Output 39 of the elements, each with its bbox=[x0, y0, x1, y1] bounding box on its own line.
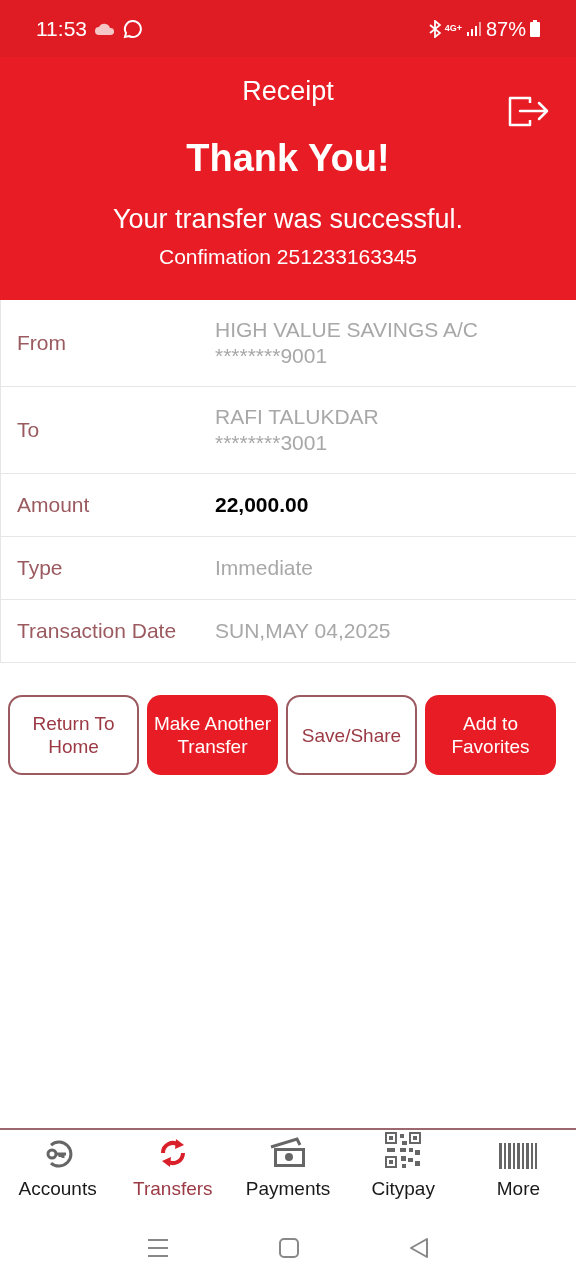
nav-tab[interactable]: Citypay bbox=[345, 1130, 461, 1215]
logout-icon[interactable] bbox=[508, 95, 550, 127]
field-label: Amount bbox=[17, 492, 91, 519]
refresh-arrows-icon bbox=[158, 1136, 187, 1169]
cloud-icon bbox=[95, 22, 115, 35]
chat-icon bbox=[123, 18, 143, 39]
field-value: 22,000.00 bbox=[215, 492, 309, 518]
action-button[interactable]: Save/Share bbox=[286, 695, 417, 775]
nav-tab[interactable]: Payments bbox=[230, 1130, 346, 1215]
barcode-icon bbox=[499, 1142, 538, 1169]
field-label: To bbox=[17, 417, 41, 444]
bluetooth-icon bbox=[428, 19, 441, 38]
field-value: RAFI TALUKDAR ********3001 bbox=[215, 404, 379, 456]
nav-tab[interactable]: More bbox=[460, 1130, 576, 1215]
battery-level: 87% bbox=[485, 16, 526, 42]
field-value: Immediate bbox=[215, 555, 314, 581]
confirmation-number: Confimation 251233163345 bbox=[158, 244, 417, 270]
field-value: SUN,MAY 04,2025 bbox=[215, 618, 391, 644]
status-time: 11:53 bbox=[36, 15, 87, 42]
home-icon[interactable] bbox=[279, 1237, 299, 1258]
signal-icon bbox=[465, 20, 482, 37]
network-type: 4G+ bbox=[444, 24, 462, 33]
nav-tab[interactable]: Transfers bbox=[115, 1130, 231, 1215]
thank-you-heading: Thank You! bbox=[186, 135, 390, 181]
cash-icon bbox=[269, 1136, 307, 1169]
action-button[interactable]: Return To Home bbox=[8, 695, 139, 775]
field-label: Type bbox=[17, 555, 64, 582]
field-value: HIGH VALUE SAVINGS A/C ********9001 bbox=[215, 317, 478, 369]
field-label: Transaction Date bbox=[17, 618, 178, 645]
qr-code-icon bbox=[384, 1130, 423, 1169]
page-title: Receipt bbox=[242, 75, 334, 108]
success-message: Your transfer was successful. bbox=[112, 202, 464, 236]
action-button[interactable]: Make Another Transfer bbox=[147, 695, 278, 775]
field-label: From bbox=[17, 330, 67, 357]
back-icon[interactable] bbox=[409, 1236, 429, 1259]
battery-icon bbox=[530, 20, 540, 37]
action-button[interactable]: Add to Favorites bbox=[425, 695, 556, 775]
recent-apps-icon[interactable] bbox=[147, 1237, 169, 1258]
nav-tab[interactable]: Accounts bbox=[0, 1130, 116, 1215]
